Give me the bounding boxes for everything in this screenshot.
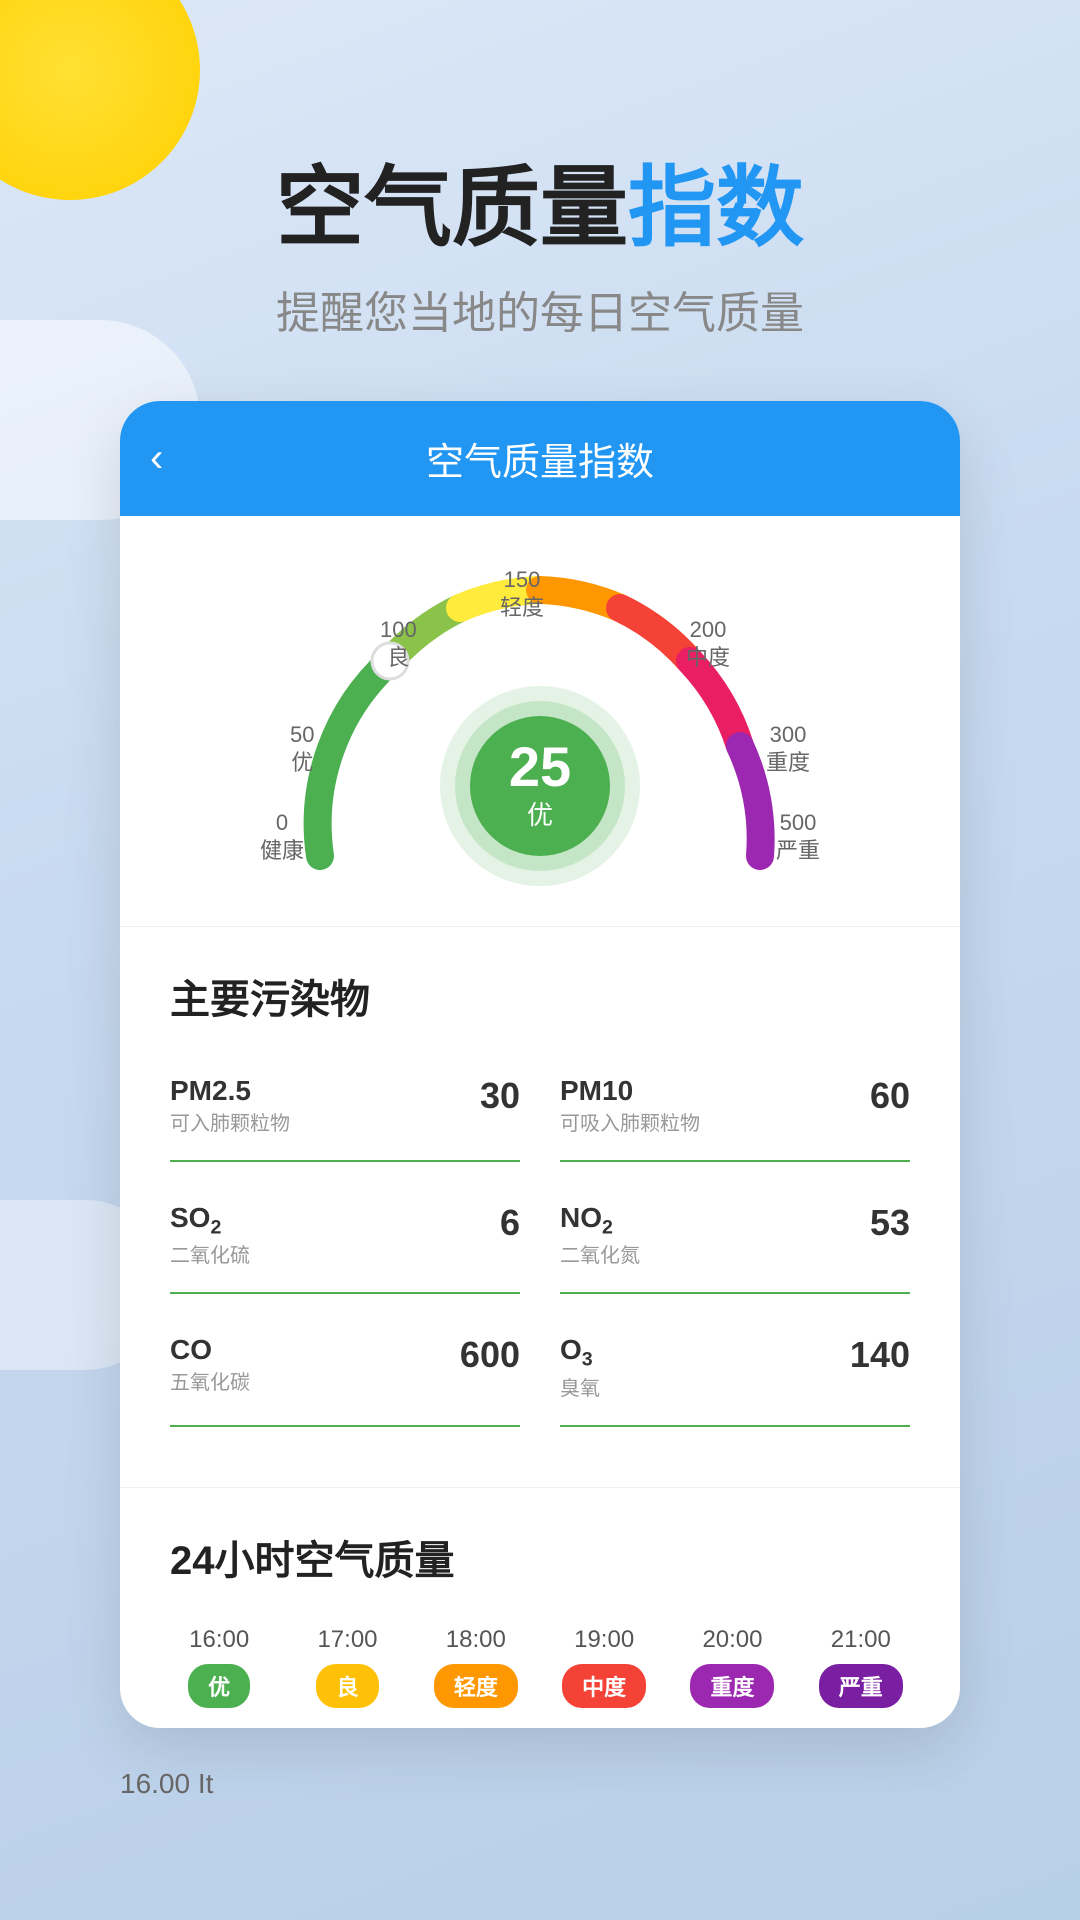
gauge-center: 25 优 (440, 686, 640, 886)
pollutant-sub-co: 五氧化碳 (170, 1366, 250, 1395)
gauge-label-100: 100良 (380, 616, 417, 673)
pollutant-value-pm25: 30 (480, 1075, 520, 1117)
pollutant-value-so2: 6 (500, 1202, 520, 1244)
gauge-label-500: 500严重 (776, 809, 820, 866)
gauge-label-50: 50优 (290, 721, 314, 778)
hourly-title: 24小时空气质量 (170, 1528, 910, 1586)
pollutant-name-o3: O3 (560, 1334, 600, 1372)
aqi-value: 25 (509, 739, 571, 795)
hourly-item-2100: 21:00 严重 (812, 1626, 910, 1708)
hourly-badge-2000: 重度 (690, 1664, 774, 1708)
hourly-item-2000: 20:00 重度 (683, 1626, 781, 1708)
pollutant-name-no2: NO2 (560, 1202, 640, 1240)
hero-subtitle: 提醒您当地的每日空气质量 (0, 277, 1080, 341)
hourly-item-1600: 16:00 优 (170, 1626, 268, 1708)
aqi-status: 优 (527, 795, 553, 832)
pollutant-pm25: PM2.5 可入肺颗粒物 30 (170, 1055, 520, 1162)
hourly-badge-1600: 优 (188, 1664, 250, 1708)
gauge-label-200: 200中度 (686, 616, 730, 673)
card-title: 空气质量指数 (426, 431, 654, 486)
hourly-time-2100: 21:00 (831, 1626, 891, 1654)
hourly-section: 24小时空气质量 16:00 优 17:00 良 18:00 轻度 19:00 … (120, 1488, 960, 1728)
main-card: ‹ 空气质量指数 (120, 401, 960, 1728)
pollutant-sub-so2: 二氧化硫 (170, 1239, 250, 1268)
hourly-badge-1700: 良 (316, 1664, 378, 1708)
hourly-time-1600: 16:00 (189, 1626, 249, 1654)
pollutant-sub-pm25: 可入肺颗粒物 (170, 1107, 290, 1136)
pollutant-co: CO 五氧化碳 600 (170, 1314, 520, 1427)
pollutant-name-pm10: PM10 (560, 1075, 700, 1107)
pollutant-pm10: PM10 可吸入肺颗粒物 60 (560, 1055, 910, 1162)
hero-title-blue: 指数 (628, 158, 804, 257)
hero-section: 空气质量指数 提醒您当地的每日空气质量 (0, 0, 1080, 401)
pollutant-name-co: CO (170, 1334, 250, 1366)
hourly-time-1800: 18:00 (446, 1626, 506, 1654)
gauge-center-outer: 25 优 (440, 686, 640, 886)
pollutant-name-pm25: PM2.5 (170, 1075, 290, 1107)
hourly-item-1700: 17:00 良 (298, 1626, 396, 1708)
card-header: ‹ 空气质量指数 (120, 401, 960, 516)
pollutant-sub-o3: 臭氧 (560, 1372, 600, 1401)
pollutant-sub-no2: 二氧化氮 (560, 1239, 640, 1268)
back-button[interactable]: ‹ (150, 436, 163, 481)
pollutant-value-o3: 140 (850, 1334, 910, 1376)
hourly-badge-1900: 中度 (562, 1664, 646, 1708)
hourly-item-1800: 18:00 轻度 (427, 1626, 525, 1708)
pollutant-so2: SO2 二氧化硫 6 (170, 1182, 520, 1295)
hourly-row: 16:00 优 17:00 良 18:00 轻度 19:00 中度 20:00 (170, 1626, 910, 1708)
hourly-badge-2100: 严重 (819, 1664, 903, 1708)
gauge-center-inner: 25 优 (470, 716, 610, 856)
pollutant-o3: O3 臭氧 140 (560, 1314, 910, 1427)
pollutant-value-pm10: 60 (870, 1075, 910, 1117)
pollutant-sub-pm10: 可吸入肺颗粒物 (560, 1107, 700, 1136)
pollutant-value-no2: 53 (870, 1202, 910, 1244)
gauge-section: 0健康 50优 100良 150轻度 2 (120, 516, 960, 926)
pollutant-value-co: 600 (460, 1334, 520, 1376)
gauge-label-150: 150轻度 (500, 566, 544, 623)
bottom-label: 16.00 It (0, 1728, 1080, 1840)
pollutants-title: 主要污染物 (170, 967, 910, 1025)
gauge-label-0: 0健康 (260, 809, 304, 866)
pollutant-name-so2: SO2 (170, 1202, 250, 1240)
hero-title-black: 空气质量 (276, 158, 628, 257)
hourly-time-2000: 20:00 (702, 1626, 762, 1654)
gauge-label-300: 300重度 (766, 721, 810, 778)
gauge-container: 0健康 50优 100良 150轻度 2 (260, 566, 820, 886)
hourly-item-1900: 19:00 中度 (555, 1626, 653, 1708)
card-wrapper: ‹ 空气质量指数 (0, 401, 1080, 1728)
bottom-text: 16.00 It (120, 1768, 213, 1799)
pollutant-no2: NO2 二氧化氮 53 (560, 1182, 910, 1295)
pollutant-grid: PM2.5 可入肺颗粒物 30 PM10 可吸入肺颗粒物 60 (170, 1055, 910, 1447)
hourly-time-1900: 19:00 (574, 1626, 634, 1654)
hourly-badge-1800: 轻度 (434, 1664, 518, 1708)
pollutants-section: 主要污染物 PM2.5 可入肺颗粒物 30 PM10 (120, 927, 960, 1487)
hourly-time-1700: 17:00 (317, 1626, 377, 1654)
gauge-center-mid: 25 优 (455, 701, 625, 871)
